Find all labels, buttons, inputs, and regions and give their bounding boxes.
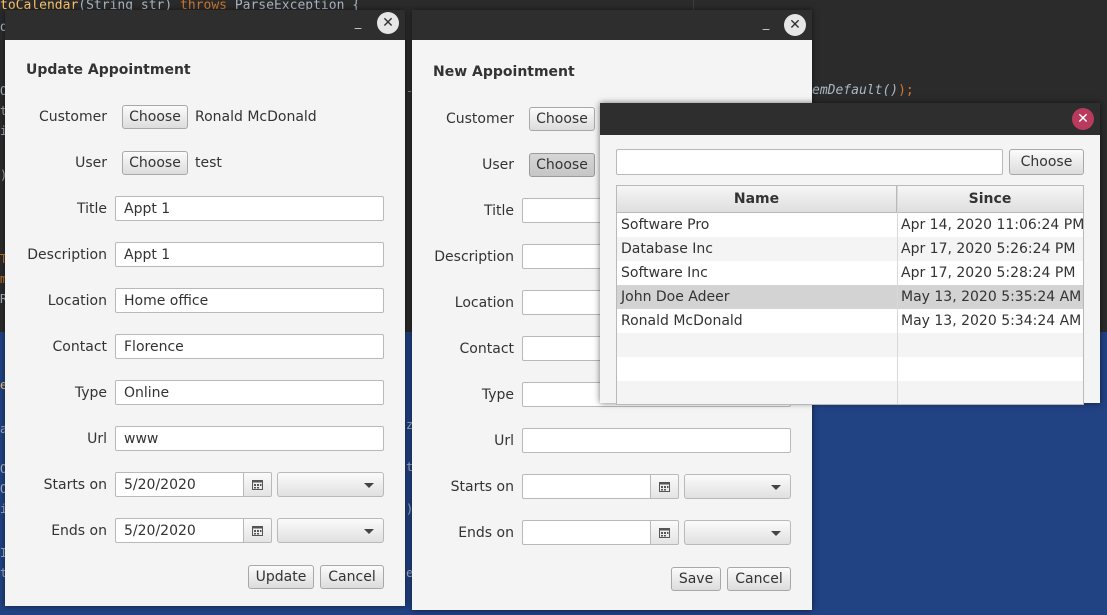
customer-label: Customer [445, 111, 514, 127]
starts-on-calendar-button[interactable] [651, 474, 679, 499]
user-label: User [75, 155, 107, 171]
title-field[interactable] [115, 196, 384, 221]
row-since-cell: May 13, 2020 5:34:24 AM [901, 313, 1082, 329]
type-label: Type [74, 385, 107, 401]
choose-customer-button[interactable]: Choose [529, 107, 595, 131]
table-row[interactable]: Database Inc Apr 17, 2020 5:26:24 PM [617, 237, 1083, 261]
starts-on-date-field[interactable] [115, 472, 244, 497]
row-since-cell: Apr 17, 2020 5:26:24 PM [901, 241, 1076, 257]
type-label: Type [481, 387, 514, 403]
close-icon[interactable]: ✕ [784, 14, 806, 36]
starts-on-label: Starts on [43, 477, 107, 493]
contact-label: Contact [459, 341, 514, 357]
description-field[interactable] [115, 242, 384, 267]
user-label: User [482, 157, 514, 173]
type-field[interactable] [115, 380, 384, 405]
url-label: Url [87, 431, 107, 447]
ends-on-date-field[interactable] [522, 520, 651, 545]
calendar-icon [252, 479, 263, 490]
starts-on-time-dropdown[interactable] [277, 472, 384, 497]
chevron-down-icon [771, 485, 781, 490]
column-header-name[interactable]: Name [617, 186, 897, 212]
customer-table: Name Since Software Pro Apr 14, 2020 11:… [616, 185, 1084, 405]
minimize-icon[interactable]: _ [759, 17, 773, 31]
description-label: Description [434, 249, 514, 265]
starts-on-label: Starts on [450, 479, 514, 495]
minimize-icon[interactable]: _ [351, 16, 365, 30]
url-field[interactable] [115, 426, 384, 451]
contact-label: Contact [52, 339, 107, 355]
contact-field[interactable] [115, 334, 384, 359]
dialog-heading: New Appointment [433, 64, 575, 80]
location-label: Location [47, 293, 107, 309]
table-header: Name Since [617, 186, 1083, 213]
table-row[interactable]: Ronald McDonald May 13, 2020 5:34:24 AM [617, 309, 1083, 333]
chevron-down-icon [364, 529, 374, 534]
calendar-icon [659, 527, 670, 538]
ends-on-label: Ends on [458, 525, 514, 541]
chooser-window-titlebar[interactable]: ✕ [600, 103, 1100, 135]
starts-on-time-dropdown[interactable] [684, 474, 791, 499]
starts-on-calendar-button[interactable] [244, 472, 272, 497]
row-name-cell: Ronald McDonald [621, 313, 743, 329]
url-field[interactable] [522, 428, 791, 453]
customer-label: Customer [38, 109, 107, 125]
row-since-cell: May 13, 2020 5:35:24 AM [901, 289, 1082, 305]
title-label: Title [483, 203, 514, 219]
customer-chooser-window: ✕ Choose Name Since Software Pro Apr 14,… [600, 103, 1100, 405]
row-since-cell: Apr 17, 2020 5:28:24 PM [901, 265, 1076, 281]
chooser-choose-button[interactable]: Choose [1009, 149, 1084, 175]
row-since-cell: Apr 14, 2020 11:06:24 PM [901, 217, 1084, 233]
choose-customer-button[interactable]: Choose [122, 105, 188, 129]
cancel-button[interactable]: Cancel [727, 567, 791, 591]
update-window-titlebar[interactable]: _ ✕ [5, 10, 405, 40]
ends-on-calendar-button[interactable] [651, 520, 679, 545]
table-row[interactable]: Software Pro Apr 14, 2020 11:06:24 PM [617, 213, 1083, 237]
user-value: test [195, 155, 222, 171]
save-button[interactable]: Save [671, 567, 721, 591]
location-field[interactable] [115, 288, 384, 313]
update-appointment-window: _ ✕ Update Appointment Customer Choose R… [5, 10, 405, 606]
description-label: Description [27, 247, 107, 263]
row-name-cell: John Doe Adeer [621, 289, 730, 305]
table-row[interactable]: Software Inc Apr 17, 2020 5:28:24 PM [617, 261, 1083, 285]
url-label: Url [494, 433, 514, 449]
ends-on-time-dropdown[interactable] [277, 518, 384, 543]
chooser-search-input[interactable] [616, 149, 1003, 175]
location-label: Location [454, 295, 514, 311]
ends-on-date-field[interactable] [115, 518, 244, 543]
column-divider [897, 186, 898, 404]
row-name-cell: Software Inc [621, 265, 708, 281]
update-button[interactable]: Update [248, 565, 314, 589]
table-row-empty [617, 357, 1083, 381]
cancel-button[interactable]: Cancel [320, 565, 384, 589]
table-row-empty [617, 381, 1083, 404]
customer-value: Ronald McDonald [195, 109, 317, 125]
chevron-down-icon [771, 531, 781, 536]
ide-code-snippet: emDefault()); [812, 83, 914, 98]
row-name-cell: Software Pro [621, 217, 710, 233]
starts-on-date-field[interactable] [522, 474, 651, 499]
dialog-heading: Update Appointment [26, 62, 191, 78]
choose-user-button[interactable]: Choose [529, 153, 595, 177]
ends-on-time-dropdown[interactable] [684, 520, 791, 545]
column-header-since[interactable]: Since [897, 186, 1083, 212]
table-row-empty [617, 333, 1083, 357]
calendar-icon [659, 481, 670, 492]
ends-on-label: Ends on [51, 523, 107, 539]
row-name-cell: Database Inc [621, 241, 713, 257]
table-row-selected[interactable]: John Doe Adeer May 13, 2020 5:35:24 AM [617, 285, 1083, 309]
close-icon[interactable]: ✕ [377, 12, 399, 34]
calendar-icon [252, 525, 263, 536]
ends-on-calendar-button[interactable] [244, 518, 272, 543]
new-window-titlebar[interactable]: _ ✕ [412, 10, 812, 40]
choose-user-button[interactable]: Choose [122, 151, 188, 175]
close-icon[interactable]: ✕ [1072, 108, 1094, 130]
chevron-down-icon [364, 483, 374, 488]
title-label: Title [76, 201, 107, 217]
